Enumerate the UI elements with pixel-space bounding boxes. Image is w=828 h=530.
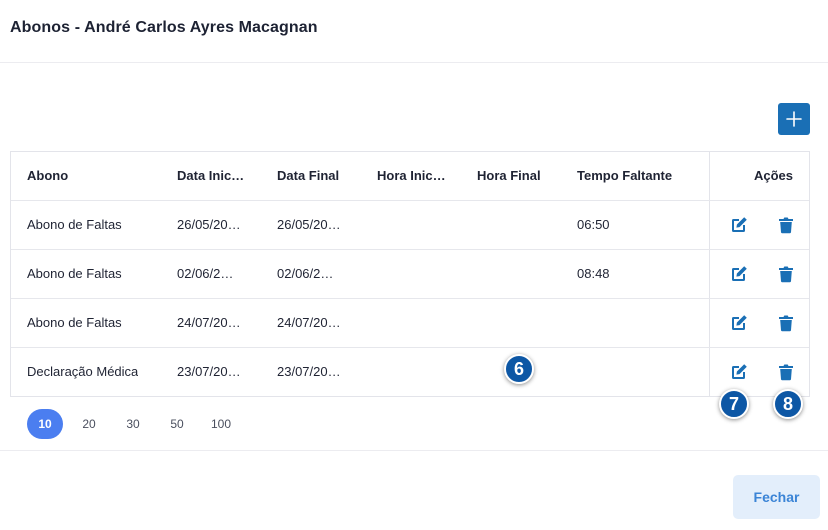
annotation-badge-8: 8 (773, 389, 803, 419)
cell-data-final: 26/05/20… (277, 217, 341, 232)
annotation-badge-7: 7 (719, 389, 749, 419)
delete-button[interactable] (775, 214, 797, 236)
table-row: Abono de Faltas 24/07/20… 24/07/20… (11, 299, 809, 348)
edit-icon (732, 266, 747, 281)
delete-button[interactable] (775, 361, 797, 383)
page-size-option-20[interactable]: 20 (71, 409, 107, 439)
trash-icon (779, 266, 793, 283)
edit-icon (732, 217, 747, 232)
cell-data-inicial: 02/06/2… (177, 266, 234, 281)
edit-button[interactable] (728, 214, 750, 236)
cell-data-inicial: 26/05/20… (177, 217, 241, 232)
table-row: Abono de Faltas 26/05/20… 26/05/20… 06:5… (11, 201, 809, 250)
cell-abono: Declaração Médica (27, 364, 139, 379)
modal-title: Abonos - André Carlos Ayres Macagnan (10, 19, 318, 36)
footer-divider (0, 450, 828, 451)
header-tempo-faltante[interactable]: Tempo Faltante (577, 152, 672, 200)
edit-icon (732, 364, 747, 379)
close-button[interactable]: Fechar (733, 475, 820, 519)
trash-icon (779, 315, 793, 332)
page-size-option-30[interactable]: 30 (115, 409, 151, 439)
cell-data-inicial: 24/07/20… (177, 315, 241, 330)
header-hora-final[interactable]: Hora Final (477, 152, 541, 200)
edit-icon (732, 315, 747, 330)
add-abono-button[interactable] (778, 103, 810, 135)
cell-abono: Abono de Faltas (27, 315, 122, 330)
page-size-selector: 10 20 30 50 100 (27, 409, 247, 439)
modal-header: Abonos - André Carlos Ayres Macagnan (0, 0, 828, 63)
table-row: Abono de Faltas 02/06/2… 02/06/2… 08:48 (11, 250, 809, 299)
cell-abono: Abono de Faltas (27, 217, 122, 232)
page-size-option-100[interactable]: 100 (203, 409, 239, 439)
cell-data-final: 24/07/20… (277, 315, 341, 330)
cell-tempo-faltante: 08:48 (577, 266, 610, 281)
trash-icon (779, 364, 793, 381)
page-size-option-10[interactable]: 10 (27, 409, 63, 439)
plus-icon (786, 111, 802, 127)
cell-abono: Abono de Faltas (27, 266, 122, 281)
header-hora-inicial[interactable]: Hora Inic… (377, 152, 446, 200)
annotation-badge-6: 6 (504, 354, 534, 384)
edit-button[interactable] (728, 312, 750, 334)
header-abono[interactable]: Abono (27, 152, 68, 200)
table-row: Declaração Médica 23/07/20… 23/07/20… (11, 348, 809, 397)
abonos-table: Abono Data Inic… Data Final Hora Inic… H… (10, 151, 810, 397)
delete-button[interactable] (775, 312, 797, 334)
cell-data-final: 02/06/2… (277, 266, 334, 281)
cell-data-final: 23/07/20… (277, 364, 341, 379)
header-acoes: Ações (754, 168, 794, 183)
edit-button[interactable] (728, 361, 750, 383)
delete-button[interactable] (775, 263, 797, 285)
edit-button[interactable] (728, 263, 750, 285)
table-header-row: Abono Data Inic… Data Final Hora Inic… H… (11, 152, 809, 201)
cell-tempo-faltante: 06:50 (577, 217, 610, 232)
trash-icon (779, 217, 793, 234)
cell-data-inicial: 23/07/20… (177, 364, 241, 379)
header-data-inicial[interactable]: Data Inic… (177, 152, 244, 200)
page-size-option-50[interactable]: 50 (159, 409, 195, 439)
header-data-final[interactable]: Data Final (277, 152, 339, 200)
